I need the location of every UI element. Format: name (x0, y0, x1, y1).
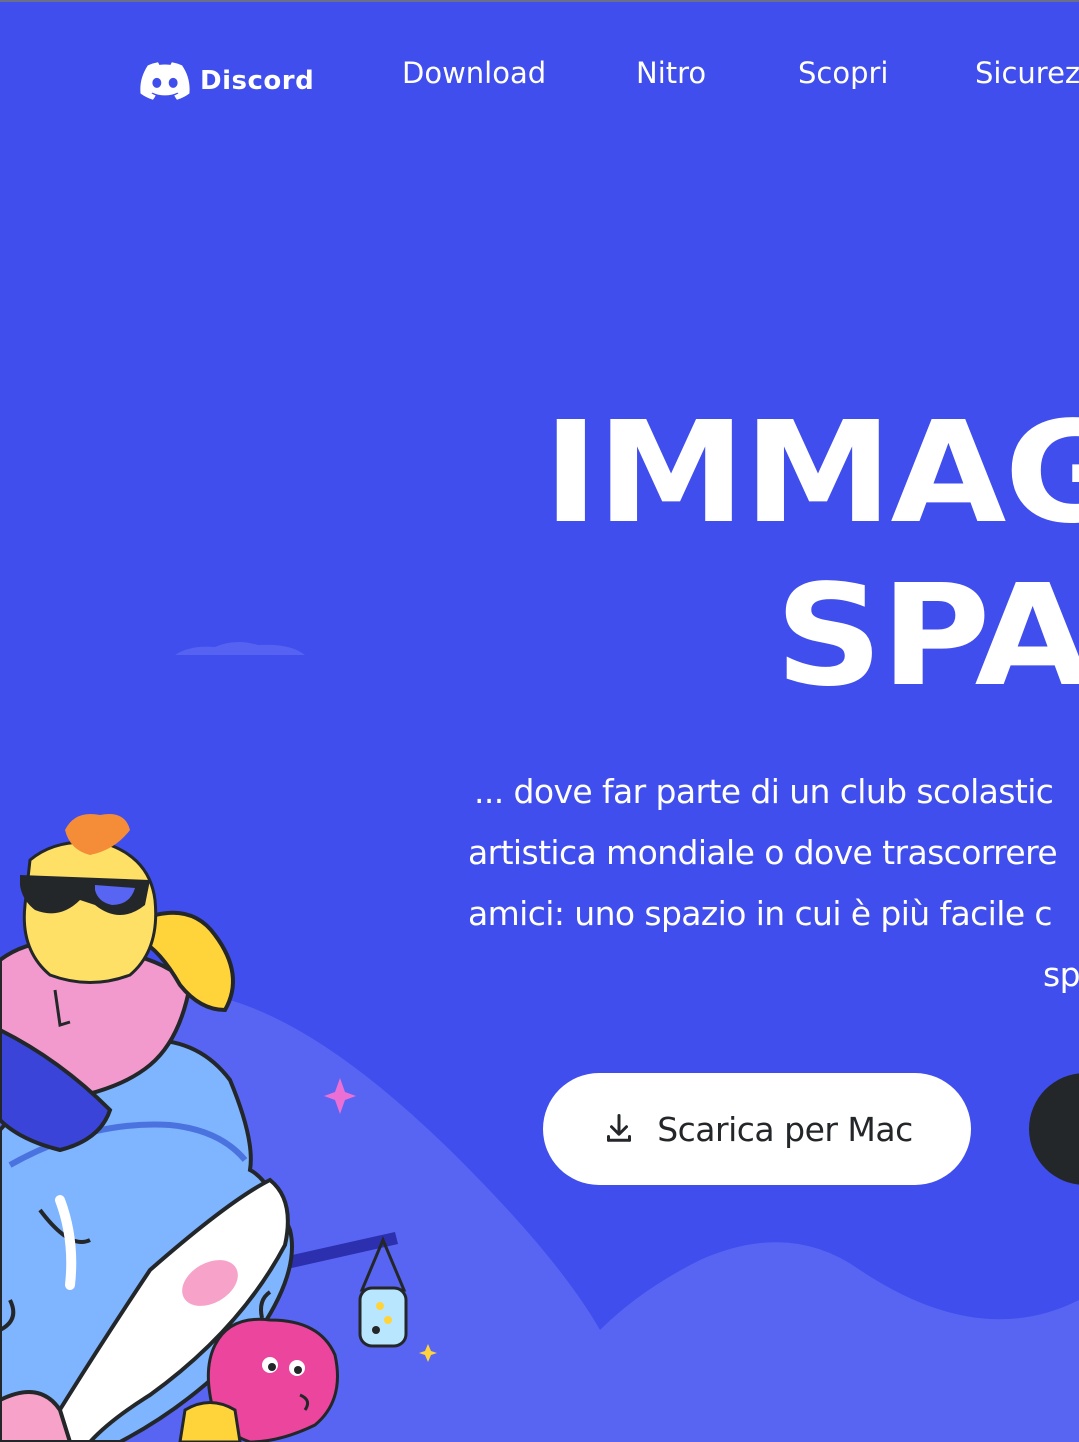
nav-link-nitro[interactable]: Nitro (636, 56, 706, 90)
hero-paragraph-line-1: ... dove far parte di un club scolastic (474, 772, 1054, 811)
brand-name: Discord (200, 66, 315, 96)
hero-section: Discord Download Nitro Scopri Sicurez IM… (0, 0, 1079, 1442)
open-in-browser-button[interactable] (1029, 1073, 1079, 1185)
hero-paragraph-line-3: amici: uno spazio in cui è più facile c (468, 894, 1053, 933)
hero-illustration (0, 641, 1079, 1442)
discord-logo-icon (140, 62, 190, 100)
nav-link-sicurezza[interactable]: Sicurez (975, 56, 1079, 90)
download-icon (607, 1114, 632, 1142)
discord-logo-link[interactable]: Discord (140, 60, 314, 102)
download-mac-button[interactable]: Scarica per Mac (543, 1073, 971, 1185)
hero-paragraph-line-2: artistica mondiale o dove trascorrere (468, 833, 1058, 872)
hero-paragraph-line-4: sp (1043, 955, 1079, 994)
hero-headline-line-1: IMMAGI (543, 392, 1079, 555)
nav-link-scopri[interactable]: Scopri (798, 56, 888, 90)
download-mac-label: Scarica per Mac (657, 1109, 913, 1149)
nav-link-download[interactable]: Download (402, 56, 546, 90)
hero-headline-line-2: SPAZ (775, 555, 1079, 718)
